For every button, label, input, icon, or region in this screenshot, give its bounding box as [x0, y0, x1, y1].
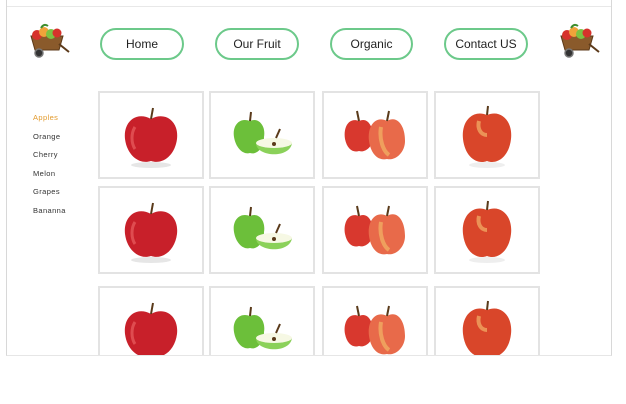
green-apple-halved-icon: [233, 206, 292, 250]
nav-home-button[interactable]: Home: [100, 28, 184, 60]
green-apple-halved-icon: [233, 111, 292, 155]
orange-red-apple-icon: [462, 300, 512, 355]
nav-organic-button[interactable]: Organic: [330, 28, 413, 60]
red-apple-icon: [124, 302, 178, 355]
fruit-category-sidebar: Apples Orange Cherry Melon Grapes Banann…: [33, 113, 66, 224]
sidebar-item-apples[interactable]: Apples: [33, 113, 66, 132]
pair-of-red-apples-icon: [344, 305, 405, 355]
pair-of-red-apples-icon: [344, 110, 405, 160]
green-apple-halved-icon: [233, 306, 292, 350]
fruit-cart-logo-icon[interactable]: [25, 22, 71, 60]
red-apple-icon: [124, 202, 178, 263]
product-tile-pair-of-apples[interactable]: [322, 91, 428, 179]
product-tile-red-apple[interactable]: [98, 286, 204, 355]
nav-contact-us-button[interactable]: Contact US: [444, 28, 528, 60]
product-tile-orange-red-apple[interactable]: [434, 186, 540, 274]
sidebar-item-bananna[interactable]: Bananna: [33, 206, 66, 225]
orange-red-apple-icon: [462, 200, 512, 263]
product-tile-orange-red-apple[interactable]: [434, 286, 540, 355]
product-tile-green-apple[interactable]: [209, 91, 315, 179]
product-tile-green-apple[interactable]: [209, 186, 315, 274]
product-tile-pair-of-apples[interactable]: [322, 286, 428, 355]
nav-our-fruit-button[interactable]: Our Fruit: [215, 28, 299, 60]
page-frame: Home Our Fruit Organic Contact US Apples…: [6, 0, 612, 356]
product-tile-red-apple[interactable]: [98, 186, 204, 274]
top-edge: [7, 0, 611, 7]
pair-of-red-apples-icon: [344, 205, 405, 255]
product-tile-pair-of-apples[interactable]: [322, 186, 428, 274]
sidebar-item-grapes[interactable]: Grapes: [33, 187, 66, 206]
sidebar-item-orange[interactable]: Orange: [33, 132, 66, 151]
fruit-cart-logo-icon[interactable]: [555, 22, 601, 60]
product-tile-orange-red-apple[interactable]: [434, 91, 540, 179]
sidebar-item-cherry[interactable]: Cherry: [33, 150, 66, 169]
red-apple-icon: [124, 107, 178, 168]
product-tile-green-apple[interactable]: [209, 286, 315, 355]
sidebar-item-melon[interactable]: Melon: [33, 169, 66, 188]
product-tile-red-apple[interactable]: [98, 91, 204, 179]
orange-red-apple-icon: [462, 105, 512, 168]
